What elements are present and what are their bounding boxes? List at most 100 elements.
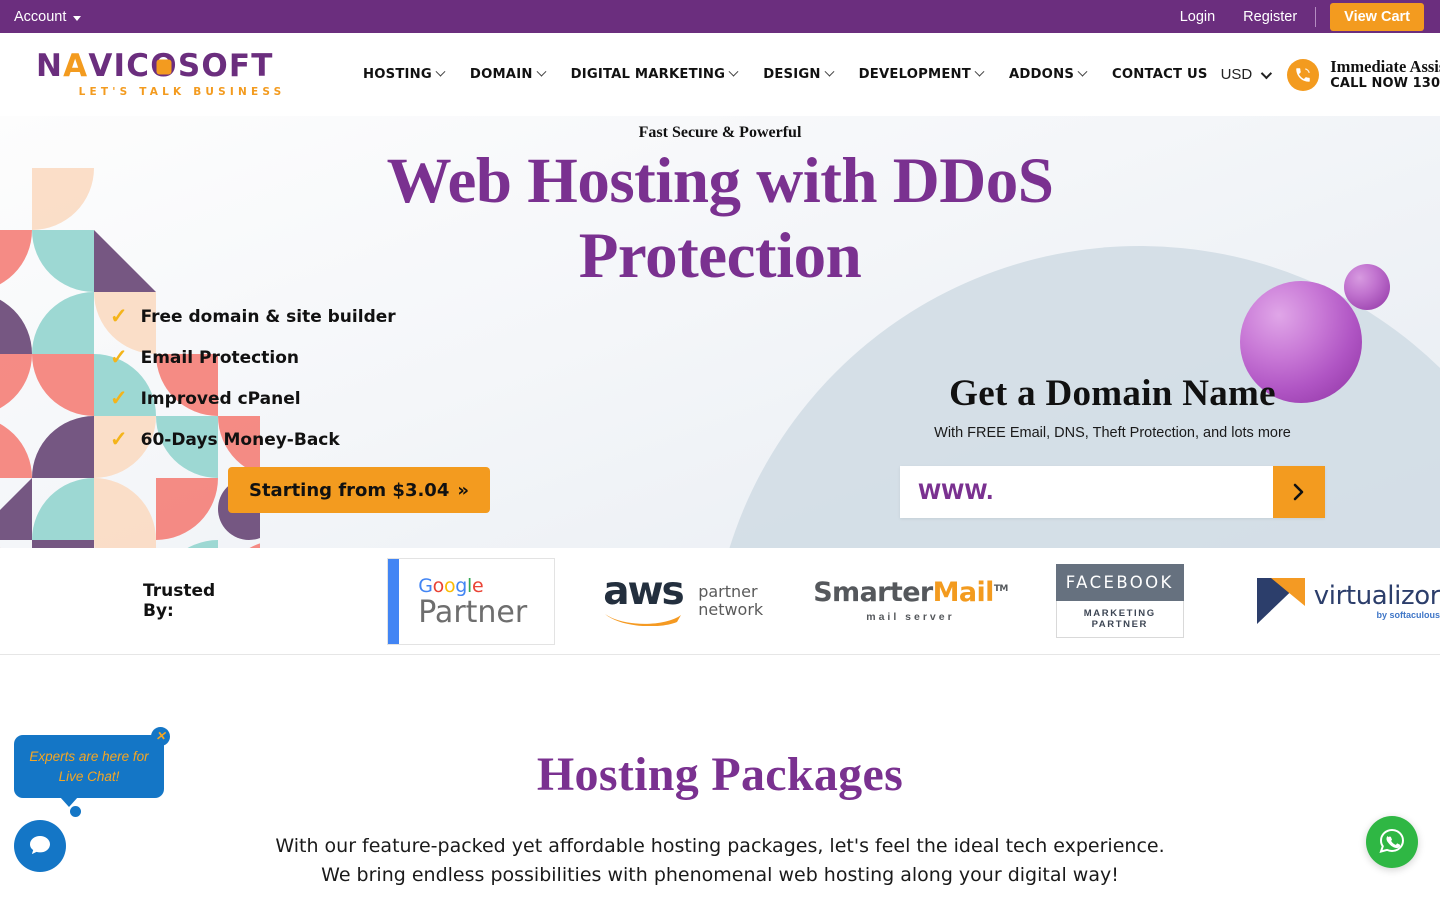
chevron-down-icon: [824, 66, 835, 77]
immediate-assistance[interactable]: Immediate Assistance CALL NOW 1300 25521…: [1287, 56, 1440, 92]
currency-selector[interactable]: USD: [1220, 66, 1273, 83]
login-link[interactable]: Login: [1166, 9, 1229, 25]
logo-wordmark: NAVICOSOFT: [36, 51, 328, 82]
hero-title-line-1: Web Hosting with DDoS: [386, 145, 1054, 217]
currency-value: USD: [1220, 66, 1253, 83]
trusted-by-label: Trusted By:: [143, 581, 216, 621]
main-navigation: HOSTING DOMAIN DIGITAL MARKETING DESIGN …: [350, 66, 1221, 82]
chat-bubble-line-2: Live Chat!: [58, 768, 120, 784]
feature-item: ✓ Improved cPanel: [110, 378, 396, 419]
hosting-packages-section: Hosting Packages With our feature-packed…: [0, 655, 1440, 891]
cta-label: Starting from $3.04: [248, 479, 450, 501]
site-header: NAVICOSOFT LET'S TALK BUSINESS HOSTING D…: [0, 33, 1440, 116]
feature-item: ✓ 60-Days Money-Back: [110, 419, 396, 460]
google-wordmark: Google: [418, 574, 484, 597]
logo-google-partner: Google Partner: [387, 557, 556, 645]
nav-label: DOMAIN: [469, 67, 533, 82]
chevron-down-icon: [435, 66, 446, 77]
chat-bubble-icon: [30, 836, 50, 855]
top-bar-actions: Login Register View Cart: [1166, 2, 1424, 31]
packages-subtitle: With our feature-packed yet affordable h…: [0, 832, 1440, 891]
logo-smartermail: SmarterMailTM mail server: [813, 579, 1008, 623]
account-menu[interactable]: Account: [14, 8, 82, 25]
register-link[interactable]: Register: [1229, 9, 1311, 25]
account-label: Account: [14, 8, 67, 25]
logo-part-1: N: [36, 48, 64, 84]
double-chevron-right-icon: »: [457, 479, 469, 501]
logo-part-3: SOFT: [177, 48, 274, 84]
smartermail-subtitle: mail server: [866, 611, 955, 623]
live-chat-button[interactable]: [14, 820, 66, 873]
nav-item-contact-us[interactable]: CONTACT US: [1099, 67, 1221, 82]
whatsapp-button[interactable]: [1366, 816, 1418, 868]
logo-aws-partner-network: aws partner network: [603, 572, 764, 626]
trusted-by-strip: Trusted By: Google Partner aws partner n…: [0, 548, 1440, 655]
view-cart-button[interactable]: View Cart: [1330, 2, 1424, 31]
feature-item: ✓ Email Protection: [110, 337, 396, 378]
close-icon[interactable]: ✕: [151, 727, 170, 746]
virtualizor-byline: by softaculous: [1376, 609, 1440, 620]
chat-bubble-line-1: Experts are here for: [29, 749, 149, 764]
packages-subtitle-line-2: We bring endless possibilities with phen…: [321, 864, 1119, 887]
top-bar: Account Login Register View Cart: [0, 0, 1440, 33]
logo-letter-a: A: [63, 48, 89, 84]
facebook-wordmark: FACEBOOK: [1055, 564, 1184, 601]
live-chat-widget: ✕ Experts are here for Live Chat!: [14, 727, 194, 873]
nav-label: DIGITAL MARKETING: [570, 67, 726, 82]
logo-square-icon: [156, 59, 172, 74]
virtualizor-text: virtualizor by softaculous: [1314, 583, 1440, 620]
site-logo[interactable]: NAVICOSOFT LET'S TALK BUSINESS: [36, 51, 328, 99]
domain-search-panel: Get a Domain Name With FREE Email, DNS, …: [900, 373, 1325, 518]
nav-item-hosting[interactable]: HOSTING: [350, 66, 457, 82]
nav-item-design[interactable]: DESIGN: [750, 66, 845, 82]
assistance-title: Immediate Assistance: [1330, 56, 1440, 76]
bubble-tail-dot: [70, 806, 81, 818]
nav-label: DEVELOPMENT: [858, 67, 971, 82]
nav-item-digital-marketing[interactable]: DIGITAL MARKETING: [558, 66, 751, 82]
chevron-down-icon: [1077, 66, 1088, 77]
domain-search-input[interactable]: [900, 465, 1273, 518]
nav-label: ADDONS: [1008, 67, 1075, 82]
trademark-symbol: TM: [993, 584, 1009, 594]
nav-item-development[interactable]: DEVELOPMENT: [846, 66, 996, 82]
nav-label: CONTACT US: [1112, 67, 1208, 82]
nav-label: DESIGN: [763, 67, 821, 82]
divider: [1315, 6, 1317, 27]
google-blue-bar: [388, 558, 400, 644]
domain-panel-subtitle: With FREE Email, DNS, Theft Protection, …: [934, 424, 1291, 441]
live-chat-bubble[interactable]: ✕ Experts are here for Live Chat!: [14, 727, 170, 818]
packages-title: Hosting Packages: [536, 748, 904, 801]
starting-from-button[interactable]: Starting from $3.04 »: [228, 467, 490, 513]
aws-sub-line-1: partner: [698, 581, 758, 601]
check-icon: ✓: [110, 387, 128, 410]
domain-panel-title: Get a Domain Name: [949, 373, 1276, 414]
packages-subtitle-line-1: With our feature-packed yet affordable h…: [275, 835, 1165, 857]
header-utilities: USD Immediate Assistance CALL NOW 1300 2…: [1220, 56, 1440, 92]
nav-item-domain[interactable]: DOMAIN: [457, 66, 558, 82]
logo-letter-o: O: [150, 51, 178, 82]
aws-partner-text: partner network: [698, 581, 764, 620]
logo-facebook-marketing-partner: FACEBOOK MARKETING PARTNER: [1055, 564, 1184, 638]
logo-virtualizor: virtualizor by softaculous: [1256, 578, 1440, 624]
logo-part-2: VIC: [88, 48, 151, 84]
chevron-down-icon: [1261, 67, 1273, 79]
facebook-partner-label: MARKETING PARTNER: [1055, 601, 1184, 638]
nav-label: HOSTING: [363, 67, 432, 82]
smartermail-wordmark: SmarterMailTM: [813, 579, 1008, 606]
google-partner-label: Partner: [418, 594, 528, 630]
hero-eyebrow: Fast Secure & Powerful: [638, 124, 802, 141]
chevron-right-icon: [1293, 483, 1304, 500]
domain-search-field: [900, 465, 1325, 518]
nav-item-addons[interactable]: ADDONS: [996, 66, 1099, 82]
check-icon: ✓: [110, 346, 128, 369]
aws-sub-line-2: network: [698, 600, 764, 619]
whatsapp-icon: [1379, 828, 1405, 853]
assistance-text: Immediate Assistance CALL NOW 1300 25521…: [1330, 56, 1440, 92]
domain-search-submit-button[interactable]: [1273, 465, 1325, 518]
hero-title-line-2: Protection: [578, 220, 862, 293]
chevron-down-icon: [536, 66, 547, 77]
hero-section: Fast Secure & Powerful Web Hosting with …: [0, 116, 1440, 548]
hero-title: Web Hosting with DDoS Protection: [0, 144, 1440, 295]
assistance-phone: CALL NOW 1300 255215: [1330, 76, 1440, 92]
phone-icon: [1287, 58, 1320, 91]
